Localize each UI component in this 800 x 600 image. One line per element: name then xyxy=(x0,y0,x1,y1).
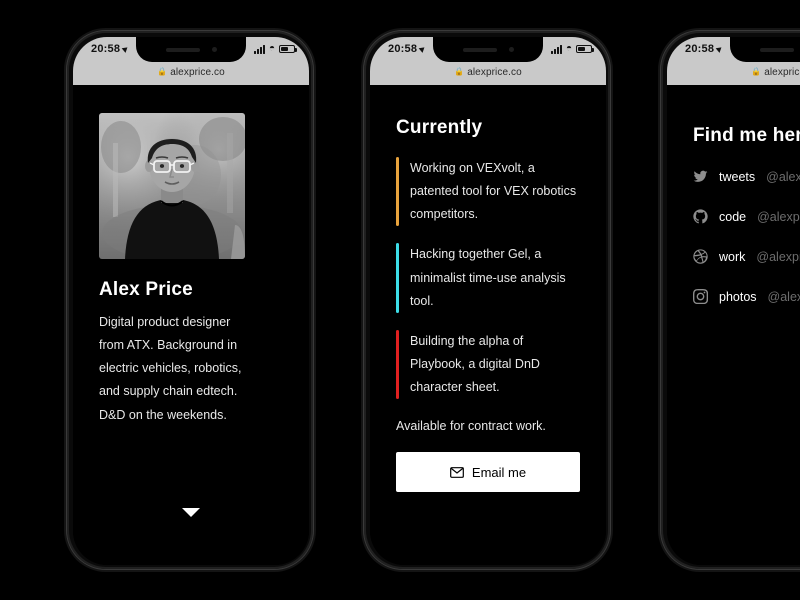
dribbble-icon xyxy=(693,249,708,264)
clock-time: 20:58 xyxy=(388,43,418,55)
status-clock: 20:58 xyxy=(388,43,427,55)
wifi-icon: ◓ xyxy=(565,43,572,54)
avatar xyxy=(99,113,245,259)
lock-icon: 🔒 xyxy=(454,67,465,76)
url-text: alexprice.co xyxy=(170,66,225,78)
bio-text: Digital product designer from ATX. Backg… xyxy=(99,315,242,422)
phone-mockup-currently: 20:58 ◓ 🔒 alexprice.co Currently Working… xyxy=(363,30,611,570)
status-clock: 20:58 xyxy=(685,43,724,55)
github-icon xyxy=(693,209,708,224)
section-title: Currently xyxy=(396,117,483,138)
social-link-instagram[interactable]: photos @alexprice xyxy=(693,289,800,304)
front-camera-icon xyxy=(508,47,514,52)
availability-text: Available for contract work. xyxy=(396,419,546,434)
twitter-icon xyxy=(693,170,708,182)
scroll-hint[interactable] xyxy=(73,508,309,517)
browser-chrome: 20:58 ◓ 🔒 alexprice.co xyxy=(667,37,800,85)
phone-screen-area: 20:58 ◓ 🔒 alexprice.co Find me here xyxy=(667,37,800,565)
location-arrow-icon xyxy=(715,45,724,53)
device-notch xyxy=(433,37,543,62)
phone-mockup-profile: 20:58 ◓ 🔒 alexprice.co Alex Price Digita… xyxy=(66,30,314,570)
accent-bar xyxy=(396,243,399,313)
status-indicators: ◓ xyxy=(550,43,594,54)
chevron-down-icon[interactable] xyxy=(182,508,200,517)
list-item-text: Hacking together Gel, a minimalist time-… xyxy=(410,247,566,308)
front-camera-icon xyxy=(211,47,217,52)
status-indicators: ◓ xyxy=(253,43,297,54)
social-links-list: tweets @alexpricedesign code @alexprice xyxy=(693,169,800,304)
cellular-signal-icon xyxy=(550,44,562,54)
phone-screen-area: 20:58 ◓ 🔒 alexprice.co Currently Working… xyxy=(370,37,606,565)
section-title: Find me here xyxy=(693,125,800,146)
list-item: Working on VEXvolt, a patented tool for … xyxy=(396,157,580,227)
portrait-photo xyxy=(99,113,245,259)
device-notch xyxy=(730,37,800,62)
list-item-text: Working on VEXvolt, a patented tool for … xyxy=(410,161,577,222)
clock-time: 20:58 xyxy=(685,43,715,55)
address-bar[interactable]: 🔒 alexprice.co xyxy=(370,59,606,85)
browser-chrome: 20:58 ◓ 🔒 alexprice.co xyxy=(370,37,606,85)
speaker-grille xyxy=(165,47,200,52)
social-link-dribbble[interactable]: work @alexprice xyxy=(693,249,800,264)
location-arrow-icon xyxy=(121,45,130,53)
instagram-icon xyxy=(693,289,708,304)
social-link-handle: @alexprice xyxy=(767,289,800,304)
phone-screen-area: 20:58 ◓ 🔒 alexprice.co Alex Price Digita… xyxy=(73,37,309,565)
lock-icon: 🔒 xyxy=(751,67,762,76)
social-link-label: photos xyxy=(719,289,757,304)
social-link-github[interactable]: code @alexprice xyxy=(693,209,800,224)
social-link-label: tweets xyxy=(719,169,756,184)
social-link-handle: @alexpricedesign xyxy=(766,169,800,184)
browser-chrome: 20:58 ◓ 🔒 alexprice.co xyxy=(73,37,309,85)
address-bar[interactable]: 🔒 alexprice.co xyxy=(73,59,309,85)
envelope-icon xyxy=(450,466,464,478)
device-notch xyxy=(136,37,246,62)
page-title: Alex Price xyxy=(99,279,193,300)
screenshot-canvas: 20:58 ◓ 🔒 alexprice.co Alex Price Digita… xyxy=(0,0,800,600)
social-link-label: code xyxy=(719,209,747,224)
location-arrow-icon xyxy=(418,45,427,53)
url-text: alexprice.co xyxy=(764,66,800,78)
status-clock: 20:58 xyxy=(91,43,130,55)
address-bar[interactable]: 🔒 alexprice.co xyxy=(667,59,800,85)
profile-screen: Alex Price Digital product designer from… xyxy=(73,113,309,565)
list-item: Hacking together Gel, a minimalist time-… xyxy=(396,243,580,313)
social-link-twitter[interactable]: tweets @alexpricedesign xyxy=(693,169,800,184)
social-link-handle: @alexprice xyxy=(756,249,800,264)
phone-mockup-find-me: 20:58 ◓ 🔒 alexprice.co Find me here xyxy=(660,30,800,570)
social-link-handle: @alexprice xyxy=(757,209,800,224)
url-text: alexprice.co xyxy=(467,66,522,78)
currently-list: Working on VEXvolt, a patented tool for … xyxy=(396,157,580,400)
email-me-button[interactable]: Email me xyxy=(396,452,580,493)
accent-bar xyxy=(396,157,399,227)
battery-icon xyxy=(279,45,297,53)
list-item-text: Building the alpha of Playbook, a digita… xyxy=(410,333,540,394)
battery-icon xyxy=(576,45,594,53)
wifi-icon: ◓ xyxy=(268,43,275,54)
cellular-signal-icon xyxy=(253,44,265,54)
currently-screen: Currently Working on VEXvolt, a patented… xyxy=(370,117,606,565)
clock-time: 20:58 xyxy=(91,43,121,55)
speaker-grille xyxy=(759,47,794,52)
lock-icon: 🔒 xyxy=(157,67,168,76)
accent-bar xyxy=(396,329,399,400)
list-item: Building the alpha of Playbook, a digita… xyxy=(396,329,580,400)
speaker-grille xyxy=(462,47,497,52)
email-me-label: Email me xyxy=(471,464,527,480)
find-me-screen: Find me here tweets @alexpricedesign xyxy=(667,125,800,565)
social-link-label: work xyxy=(719,249,746,264)
